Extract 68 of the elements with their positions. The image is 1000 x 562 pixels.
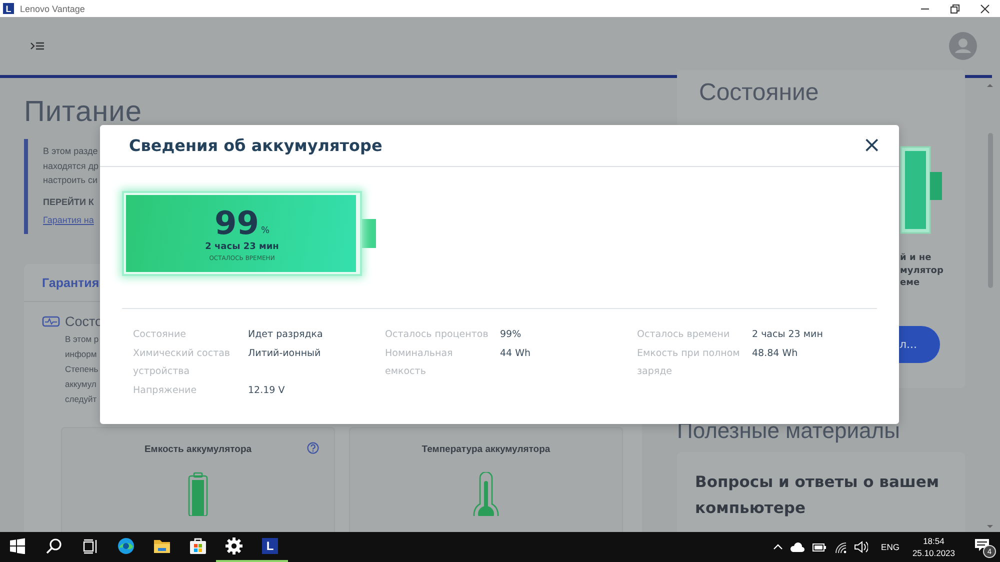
- detail-value: 12.19 V: [248, 384, 286, 398]
- window-title: Lenovo Vantage: [20, 4, 85, 14]
- detail-label: Химический состав устройства: [133, 346, 232, 379]
- detail-value: Идет разрядка: [248, 328, 324, 342]
- detail-label: Состояние: [133, 328, 187, 342]
- battery-icon[interactable]: [812, 542, 828, 552]
- percent-sign: %: [260, 226, 270, 236]
- section-text: В этом р: [65, 332, 99, 346]
- battery-icon: [188, 472, 208, 516]
- detail-value: 48.84 Wh: [752, 346, 799, 360]
- detail-label: Осталось времени: [637, 328, 731, 342]
- detail-value: Литий-ионный: [248, 346, 322, 360]
- clock-date: 25.10.2023: [912, 547, 955, 559]
- battery-terminal: [362, 219, 376, 248]
- speaker-icon[interactable]: [854, 540, 868, 554]
- clock-time: 18:54: [923, 535, 944, 547]
- page-title: Питание: [24, 96, 143, 129]
- tile-title: Температура аккумулятора: [422, 444, 550, 454]
- section-title: Полезные материалы: [677, 418, 901, 444]
- card-title: Состояние: [698, 78, 820, 108]
- charge-percent: 99: [214, 207, 259, 239]
- section-heading: ПЕРЕЙТИ К: [43, 196, 94, 208]
- detail-value: 99%: [500, 328, 522, 342]
- battery-pulse-icon: [42, 316, 60, 326]
- card-title: Гарантия: [42, 276, 100, 290]
- section-text: аккумул: [65, 378, 98, 391]
- wifi-icon[interactable]: [834, 540, 848, 554]
- detail-label: Напряжение: [133, 384, 198, 398]
- section-text: Степень: [65, 362, 99, 376]
- detail-value: 44 Wh: [500, 346, 532, 360]
- app-logo: L: [3, 3, 14, 14]
- scrollbar-thumb[interactable]: [986, 133, 994, 288]
- settings-icon: [225, 537, 243, 555]
- card-title: Вопросы и ответы о вашем компьютере: [695, 472, 940, 519]
- intro-text: находятся др: [43, 160, 98, 173]
- taskbar-app[interactable]: L: [252, 532, 288, 562]
- section-text: информ: [65, 348, 98, 361]
- help-icon[interactable]: [307, 442, 319, 454]
- restore-icon[interactable]: [950, 4, 960, 14]
- section-text: следуйт: [65, 392, 98, 406]
- clock[interactable]: 18:54 25.10.2023: [912, 535, 955, 559]
- detail-label: Номинальная емкость: [385, 346, 454, 379]
- status-text: еме: [900, 277, 920, 290]
- globe-icon: [117, 537, 135, 555]
- intro-text: В этом разде: [43, 145, 98, 158]
- start-icon[interactable]: [10, 538, 26, 554]
- detail-label: Емкость при полном заряде: [637, 346, 741, 379]
- cloud-icon[interactable]: [790, 542, 806, 552]
- detail-label: Осталось процентов: [385, 328, 490, 342]
- language-indicator[interactable]: ENG: [881, 542, 900, 552]
- app-logo: L: [262, 538, 278, 554]
- folder-icon: [153, 537, 171, 555]
- detail-value: 2 часы 23 мин: [752, 328, 824, 342]
- chevron-up-icon[interactable]: [773, 543, 784, 551]
- faq-card[interactable]: Вопросы и ответы о вашем компьютере: [677, 452, 965, 532]
- close-icon[interactable]: [980, 4, 990, 14]
- tile-title: Емкость аккумулятора: [144, 444, 252, 454]
- status-text: й и не: [900, 252, 932, 264]
- search-icon[interactable]: [46, 538, 62, 554]
- close-button[interactable]: ×: [858, 134, 885, 156]
- dialog-title: Сведения об аккумуляторе: [129, 136, 382, 155]
- thermometer-icon: [472, 472, 500, 516]
- menu-icon[interactable]: [30, 41, 45, 51]
- status-text: мулятор: [900, 264, 944, 277]
- intro-text: настроить си: [43, 174, 98, 187]
- time-remaining: 2 часы 23 мин: [205, 242, 279, 252]
- task-view-icon[interactable]: [82, 538, 98, 554]
- store-bag-icon: [189, 537, 207, 555]
